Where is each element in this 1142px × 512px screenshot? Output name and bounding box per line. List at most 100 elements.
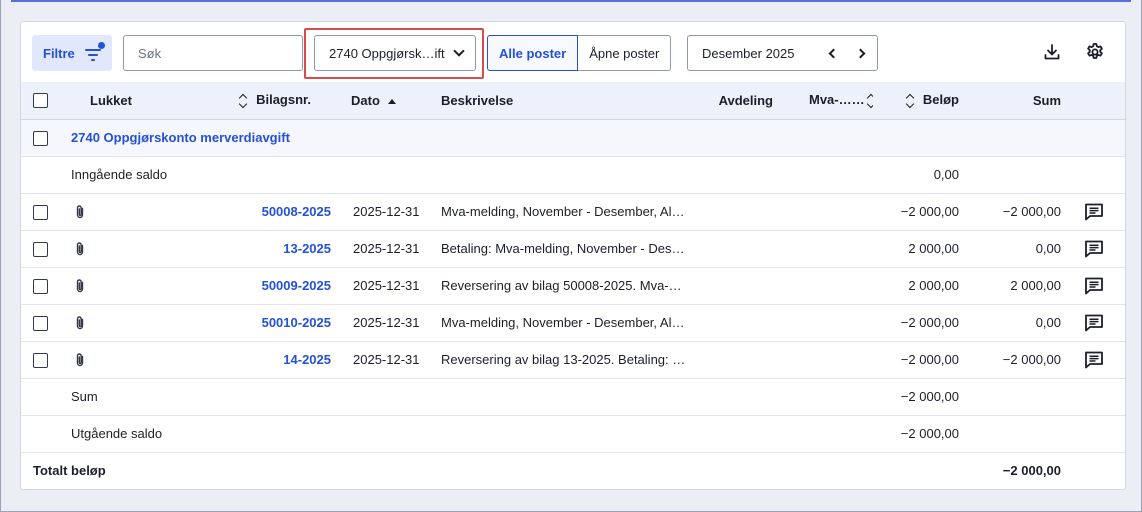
- select-all-checkbox[interactable]: [33, 93, 48, 109]
- vat-cell: [791, 267, 873, 305]
- sum-row: Sum −2 000,00: [21, 378, 1125, 416]
- comment-cell: [1061, 267, 1125, 305]
- paperclip-icon[interactable]: [73, 204, 87, 220]
- paperclip-icon[interactable]: [73, 241, 87, 257]
- row-checkbox[interactable]: [33, 204, 48, 220]
- row-select-cell: [21, 341, 61, 379]
- voucher-cell: 13-2025: [161, 230, 331, 268]
- group-label-text: 2740 Oppgjørskonto merverdiavgift: [71, 130, 290, 145]
- paperclip-icon[interactable]: [73, 278, 87, 294]
- department-cell: [691, 341, 791, 379]
- paperclip-icon[interactable]: [73, 315, 87, 331]
- search-input[interactable]: [138, 45, 314, 61]
- voucher-cell: 50009-2025: [161, 267, 331, 305]
- voucher-link[interactable]: 13-2025: [283, 241, 331, 256]
- attachment-cell: [61, 193, 161, 231]
- opening-balance-row: Inngående saldo 0,00: [21, 156, 1125, 194]
- closing-balance-row: Utgående saldo −2 000,00: [21, 415, 1125, 453]
- date-cell: 2025-12-31: [331, 230, 421, 268]
- chevron-right-icon: [855, 48, 866, 58]
- select-all-cell: [21, 82, 61, 120]
- voucher-link[interactable]: 50008-2025: [262, 204, 331, 219]
- row-checkbox[interactable]: [33, 352, 48, 368]
- closing-balance-row-amount: −2 000,00: [873, 415, 959, 453]
- comment-icon[interactable]: [1084, 240, 1104, 258]
- comment-icon[interactable]: [1084, 351, 1104, 369]
- total-sum: −2 000,00: [959, 451, 1061, 489]
- attachment-cell: [61, 267, 161, 305]
- col-closed[interactable]: Lukket: [61, 82, 161, 120]
- col-vat-label: Mva-…: [809, 91, 852, 107]
- voucher-link[interactable]: 50009-2025: [262, 278, 331, 293]
- amount-cell: −2 000,00: [873, 193, 959, 231]
- voucher-link[interactable]: 50010-2025: [262, 315, 331, 330]
- date-cell: 2025-12-31: [331, 267, 421, 305]
- opening-balance-label: Inngående saldo: [61, 156, 873, 194]
- attachment-cell: [61, 230, 161, 268]
- col-date-label: Dato: [351, 92, 380, 108]
- voucher-cell: 50008-2025: [161, 193, 331, 231]
- row-select-cell: [21, 230, 61, 268]
- group-checkbox[interactable]: [33, 130, 48, 146]
- comment-cell: [1061, 304, 1125, 342]
- department-cell: [691, 193, 791, 231]
- sort-icon: [238, 93, 248, 109]
- sum-cell: −2 000,00: [959, 193, 1061, 231]
- table-row[interactable]: 14-2025 2025-12-31 Reversering av bilag 13…: [21, 341, 1125, 379]
- next-period-button[interactable]: [847, 36, 877, 70]
- account-select[interactable]: 2740 Oppgjørsk…ift: [314, 35, 476, 71]
- table-row[interactable]: 13-2025 2025-12-31 Betaling: Mva-melding, …: [21, 230, 1125, 268]
- row-select-cell: [21, 304, 61, 342]
- vat-cell: [791, 304, 873, 342]
- download-icon[interactable]: [1043, 43, 1061, 61]
- sum-cell: 0,00: [959, 304, 1061, 342]
- col-voucher[interactable]: Bilagsnr.: [161, 82, 331, 120]
- vat-cell: [791, 230, 873, 268]
- col-description[interactable]: Beskrivelse: [421, 82, 691, 120]
- period-label[interactable]: Desember 2025: [702, 46, 817, 61]
- col-date[interactable]: Dato: [331, 82, 421, 120]
- col-amount[interactable]: Beløp: [873, 82, 959, 120]
- sort-ascending-icon: [387, 98, 396, 104]
- table-row[interactable]: 50010-2025 2025-12-31 Mva-melding, Novembe…: [21, 304, 1125, 342]
- vat-cell: [791, 193, 873, 231]
- table-row[interactable]: 50009-2025 2025-12-31 Reversering av bilag…: [21, 267, 1125, 305]
- paperclip-icon[interactable]: [73, 352, 87, 368]
- amount-cell: −2 000,00: [873, 341, 959, 379]
- top-accent-line: [11, 0, 1131, 2]
- description-cell: Reversering av bilag 50008-2025. Mva-…: [421, 267, 691, 305]
- col-department[interactable]: Avdeling: [691, 82, 791, 120]
- previous-period-button[interactable]: [817, 36, 847, 70]
- open-entries-button[interactable]: Åpne poster: [578, 35, 672, 71]
- comment-cell: [1061, 193, 1125, 231]
- chevron-down-icon: [453, 45, 465, 57]
- amount-cell: 2 000,00: [873, 230, 959, 268]
- gear-icon[interactable]: [1085, 42, 1105, 62]
- closing-balance-row-label: Utgående saldo: [61, 415, 873, 453]
- comment-icon[interactable]: [1084, 314, 1104, 332]
- ledger-table: Lukket Bilagsnr. Dato Beskrivelse Avdeli…: [21, 82, 1125, 489]
- search-box: [123, 35, 326, 71]
- col-sum[interactable]: Sum: [959, 82, 1061, 120]
- filter-button[interactable]: Filtre: [32, 35, 112, 71]
- date-cell: 2025-12-31: [331, 341, 421, 379]
- comment-icon[interactable]: [1084, 203, 1104, 221]
- table-row[interactable]: 50008-2025 2025-12-31 Mva-melding, Novembe…: [21, 193, 1125, 231]
- voucher-link[interactable]: 14-2025: [283, 352, 331, 367]
- row-checkbox[interactable]: [33, 278, 48, 294]
- comment-cell: [1061, 341, 1125, 379]
- group-label[interactable]: 2740 Oppgjørskonto merverdiavgift: [61, 119, 1125, 157]
- row-checkbox[interactable]: [33, 315, 48, 331]
- all-entries-button[interactable]: Alle poster: [487, 35, 579, 71]
- col-vat[interactable]: Mva-…: [791, 82, 873, 120]
- attachment-cell: [61, 304, 161, 342]
- chevron-left-icon: [828, 48, 839, 58]
- total-label: Totalt beløp: [21, 451, 873, 489]
- vat-cell: [791, 341, 873, 379]
- row-checkbox[interactable]: [33, 241, 48, 257]
- col-voucher-label: Bilagsnr.: [256, 91, 311, 107]
- department-cell: [691, 230, 791, 268]
- description-cell: Mva-melding, November - Desember, Al…: [421, 304, 691, 342]
- app-frame: Filtre 2740 Oppgjørsk…ift Alle poster Åp…: [0, 0, 1142, 512]
- comment-icon[interactable]: [1084, 277, 1104, 295]
